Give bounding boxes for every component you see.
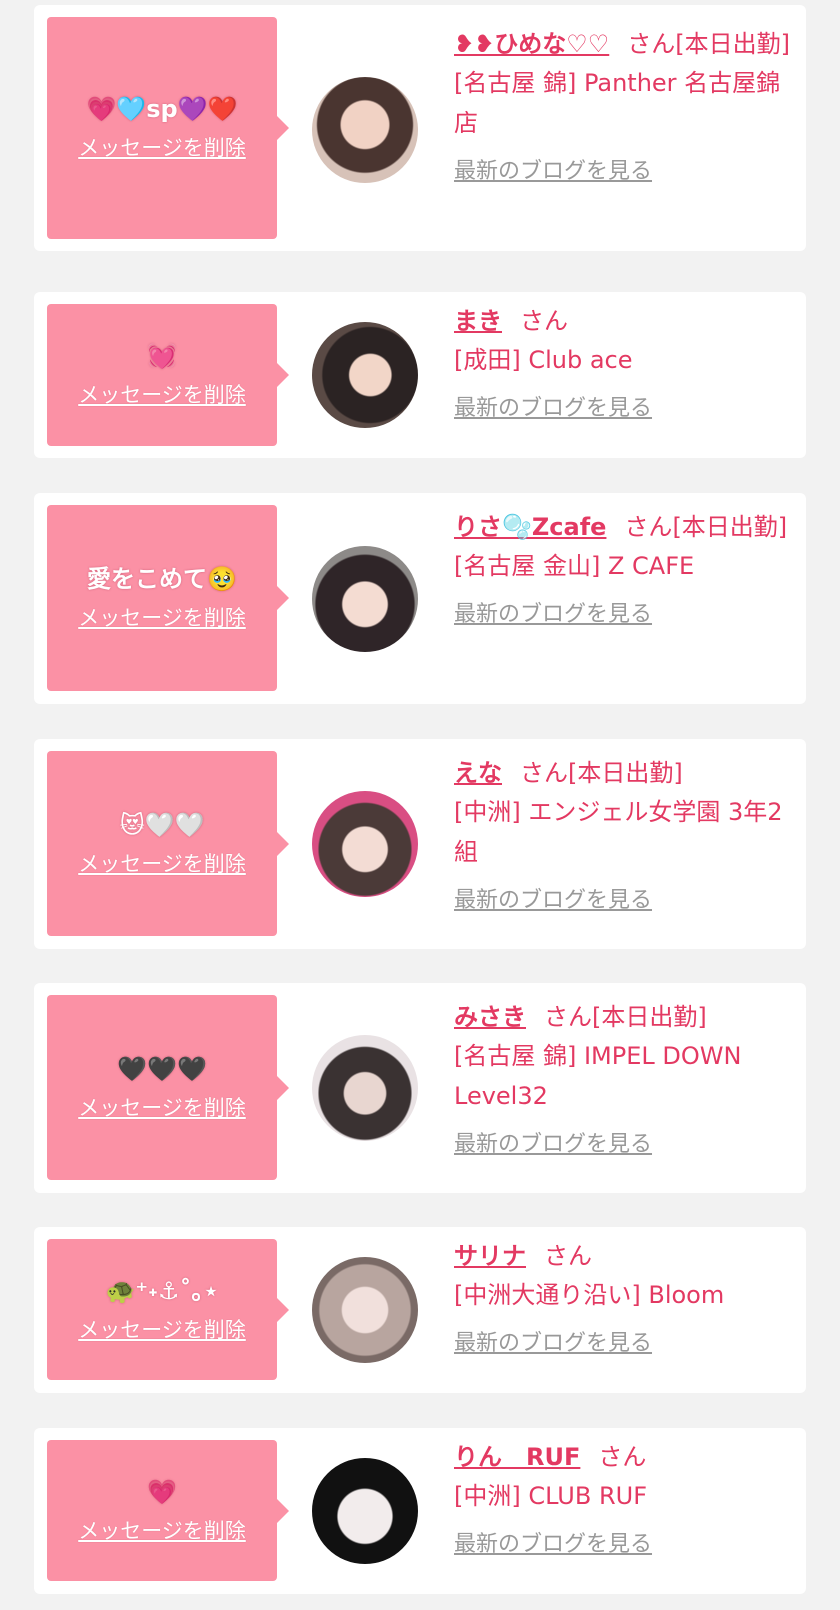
blog-link[interactable]: 最新のブログを見る <box>454 1526 652 1558</box>
cast-name-link[interactable]: サリナ <box>454 1242 526 1270</box>
message-bubble: 愛をこめて🥹 メッセージを削除 <box>47 505 289 691</box>
honorific: さん <box>544 1242 592 1270</box>
store-name: [中洲] CLUB RUF <box>454 1482 647 1510</box>
blog-link[interactable]: 最新のブログを見る <box>454 390 652 422</box>
cast-info: ❥❥ひめな♡♡ さん[本日出勤] [名古屋 錦] Panther 名古屋錦店 最新… <box>454 25 794 185</box>
status-badge: [本日出勤] <box>675 30 790 58</box>
name-line: ❥❥ひめな♡♡ さん[本日出勤] <box>454 25 794 63</box>
honorific: さん <box>627 30 676 58</box>
blog-link[interactable]: 最新のブログを見る <box>454 153 652 185</box>
cast-info: みさき さん[本日出勤] [名古屋 錦] IMPEL DOWN Level32 最… <box>454 998 794 1158</box>
blog-link[interactable]: 最新のブログを見る <box>454 882 652 914</box>
blog-link[interactable]: 最新のブログを見る <box>454 596 652 628</box>
name-line: えな さん[本日出勤] <box>454 754 794 792</box>
cast-info: まき さん [成田] Club ace 最新のブログを見る <box>454 302 794 422</box>
honorific: さん <box>624 513 673 541</box>
delete-message-link[interactable]: メッセージを削除 <box>78 1314 246 1344</box>
honorific: さん <box>520 759 568 787</box>
avatar[interactable] <box>312 77 418 183</box>
name-line: サリナ さん <box>454 1237 794 1275</box>
store-name: [中洲大通り沿い] Bloom <box>454 1281 725 1309</box>
avatar[interactable] <box>312 791 418 897</box>
avatar[interactable] <box>312 1458 418 1564</box>
blog-link[interactable]: 最新のブログを見る <box>454 1126 652 1158</box>
status-badge: [本日出勤] <box>568 759 683 787</box>
name-line: みさき さん[本日出勤] <box>454 998 794 1036</box>
favorite-card: 💗🩵sp💜❤️ メッセージを削除 ❥❥ひめな♡♡ さん[本日出勤] [名古屋 錦]… <box>34 5 806 251</box>
blog-link[interactable]: 最新のブログを見る <box>454 1325 652 1357</box>
favorite-card: 💗 メッセージを削除 りん RUF さん [中洲] CLUB RUF 最新のブログ… <box>34 1428 806 1594</box>
delete-message-link[interactable]: メッセージを削除 <box>78 379 246 409</box>
favorite-card: 🐢⁺˖⚓︎˚｡⋆ メッセージを削除 サリナ さん [中洲大通り沿い] Bloom … <box>34 1227 806 1393</box>
avatar[interactable] <box>312 1257 418 1363</box>
cast-name-link[interactable]: みさき <box>454 1003 526 1031</box>
message-bubble: 💓 メッセージを削除 <box>47 304 289 446</box>
message-text: 💓 <box>147 342 177 370</box>
honorific: さん <box>544 1003 592 1031</box>
message-bubble: 😻🤍🤍 メッセージを削除 <box>47 751 289 936</box>
message-text: 💗🩵sp💜❤️ <box>86 95 238 123</box>
store-name: [中洲] エンジェル女学園 3年2組 <box>454 798 783 866</box>
favorite-card: 💓 メッセージを削除 まき さん [成田] Club ace 最新のブログを見る <box>34 292 806 458</box>
delete-message-link[interactable]: メッセージを削除 <box>78 848 246 878</box>
honorific: さん <box>520 307 568 335</box>
status-badge: [本日出勤] <box>592 1003 707 1031</box>
message-text: 💗 <box>147 1477 177 1506</box>
message-bubble: 🖤🖤🖤 メッセージを削除 <box>47 995 289 1180</box>
message-bubble: 💗 メッセージを削除 <box>47 1440 289 1581</box>
cast-info: えな さん[本日出勤] [中洲] エンジェル女学園 3年2組 最新のブログを見る <box>454 754 794 914</box>
store-name: [名古屋 錦] IMPEL DOWN Level32 <box>454 1042 742 1110</box>
name-line: りん RUF さん <box>454 1438 794 1476</box>
cast-name-link[interactable]: えな <box>454 759 502 787</box>
message-text: 愛をこめて🥹 <box>87 565 237 593</box>
store-name: [成田] Club ace <box>454 346 633 374</box>
cast-info: りさ🫧Zcafe さん[本日出勤] [名古屋 金山] Z CAFE 最新のブログを… <box>454 508 794 628</box>
name-line: まき さん <box>454 302 794 340</box>
store-name: [名古屋 金山] Z CAFE <box>454 552 695 580</box>
honorific: さん <box>598 1443 647 1471</box>
favorite-card: 😻🤍🤍 メッセージを削除 えな さん[本日出勤] [中洲] エンジェル女学園 3年… <box>34 739 806 949</box>
favorite-card: 🖤🖤🖤 メッセージを削除 みさき さん[本日出勤] [名古屋 錦] IMPEL D… <box>34 983 806 1193</box>
avatar[interactable] <box>312 1035 418 1141</box>
delete-message-link[interactable]: メッセージを削除 <box>78 602 246 632</box>
cast-name-link[interactable]: りさ🫧Zcafe <box>454 513 606 541</box>
message-bubble: 🐢⁺˖⚓︎˚｡⋆ メッセージを削除 <box>47 1239 289 1380</box>
message-text: 🐢⁺˖⚓︎˚｡⋆ <box>105 1276 219 1305</box>
cast-name-link[interactable]: ❥❥ひめな♡♡ <box>454 30 609 58</box>
store-name: [名古屋 錦] Panther 名古屋錦店 <box>454 69 781 137</box>
message-text: 😻🤍🤍 <box>119 810 205 839</box>
cast-info: りん RUF さん [中洲] CLUB RUF 最新のブログを見る <box>454 1438 794 1558</box>
delete-message-link[interactable]: メッセージを削除 <box>78 1515 246 1545</box>
name-line: りさ🫧Zcafe さん[本日出勤] <box>454 508 794 546</box>
avatar[interactable] <box>312 322 418 428</box>
delete-message-link[interactable]: メッセージを削除 <box>78 132 246 162</box>
status-badge: [本日出勤] <box>672 513 788 541</box>
delete-message-link[interactable]: メッセージを削除 <box>78 1092 246 1122</box>
cast-name-link[interactable]: りん RUF <box>454 1443 580 1471</box>
avatar[interactable] <box>312 546 418 652</box>
message-text: 🖤🖤🖤 <box>117 1054 207 1083</box>
message-bubble: 💗🩵sp💜❤️ メッセージを削除 <box>47 17 289 239</box>
cast-info: サリナ さん [中洲大通り沿い] Bloom 最新のブログを見る <box>454 1237 794 1357</box>
cast-name-link[interactable]: まき <box>454 307 502 335</box>
favorite-card: 愛をこめて🥹 メッセージを削除 りさ🫧Zcafe さん[本日出勤] [名古屋 金山… <box>34 493 806 704</box>
